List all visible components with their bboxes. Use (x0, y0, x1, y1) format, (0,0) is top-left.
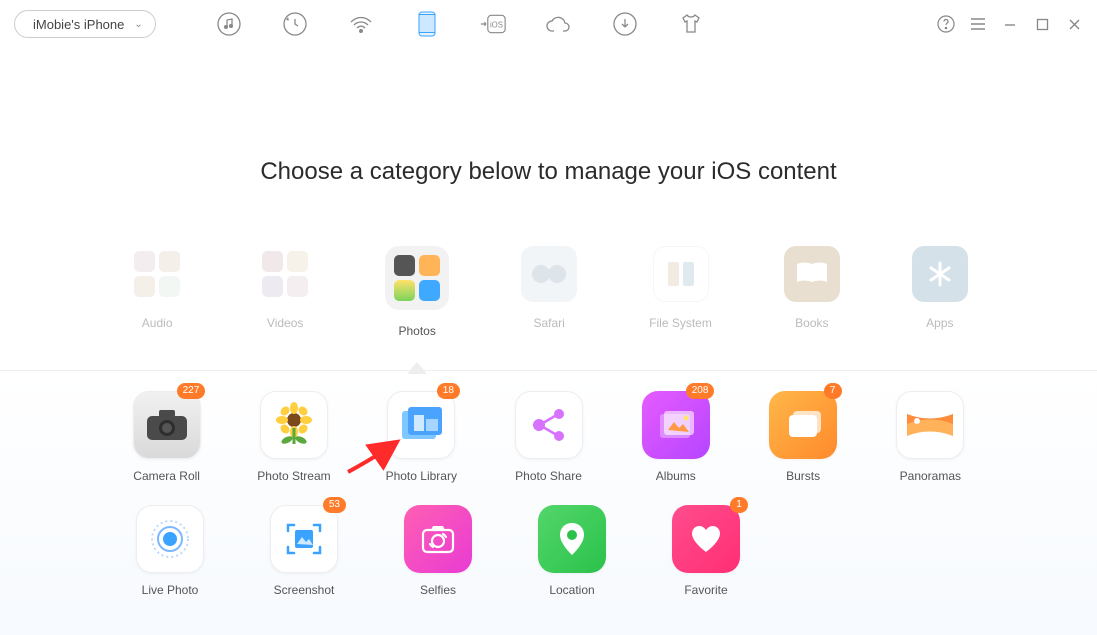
cloud-icon[interactable] (546, 11, 572, 37)
sub-label: Location (549, 583, 594, 597)
sub-photoshare[interactable]: Photo Share (512, 391, 585, 483)
download-icon[interactable] (612, 11, 638, 37)
sub-label: Bursts (786, 469, 820, 483)
count-badge: 227 (177, 383, 206, 399)
sub-label: Photo Share (515, 469, 582, 483)
history-icon[interactable] (282, 11, 308, 37)
category-label: Books (795, 316, 828, 330)
help-icon[interactable] (937, 15, 955, 33)
device-name: iMobie's iPhone (33, 17, 124, 32)
category-label: Audio (142, 316, 173, 330)
minimize-button[interactable] (1001, 15, 1019, 33)
sub-cameraroll[interactable]: 227 Camera Roll (130, 391, 203, 483)
phone-icon[interactable] (414, 11, 440, 37)
svg-text:iOS: iOS (490, 20, 503, 29)
sub-label: Photo Stream (257, 469, 330, 483)
sub-selfies[interactable]: Selfies (398, 505, 478, 597)
sub-label: Camera Roll (133, 469, 200, 483)
sub-albums[interactable]: 208 Albums (639, 391, 712, 483)
sunflower-icon (260, 391, 328, 459)
category-videos[interactable]: Videos (257, 246, 313, 338)
count-badge: 53 (323, 497, 346, 513)
category-label: Photos (398, 324, 435, 338)
sub-bursts[interactable]: 7 Bursts (766, 391, 839, 483)
category-audio[interactable]: Audio (129, 246, 185, 338)
close-button[interactable] (1065, 15, 1083, 33)
category-row: Audio Videos Photos Safari (0, 246, 1097, 338)
livephoto-icon (136, 505, 204, 573)
music-icon[interactable] (216, 11, 242, 37)
subcategory-row-1: 227 Camera Roll Photo Stream 18 Photo Li… (130, 391, 967, 483)
category-label: File System (649, 316, 712, 330)
share-icon (515, 391, 583, 459)
to-ios-icon[interactable]: iOS (480, 11, 506, 37)
sub-label: Selfies (420, 583, 456, 597)
count-badge: 208 (686, 383, 715, 399)
category-books[interactable]: Books (784, 246, 840, 338)
sub-photostream[interactable]: Photo Stream (257, 391, 330, 483)
location-icon (538, 505, 606, 573)
category-label: Apps (926, 316, 953, 330)
category-filesystem[interactable]: File System (649, 246, 712, 338)
top-bar: iMobie's iPhone ⌄ iOS (0, 0, 1097, 48)
chevron-down-icon: ⌄ (134, 19, 142, 30)
sub-favorite[interactable]: 1 Favorite (666, 505, 746, 597)
toolbar: iOS (216, 11, 704, 37)
bursts-icon (769, 391, 837, 459)
device-picker[interactable]: iMobie's iPhone ⌄ (14, 10, 156, 38)
sub-label: Panoramas (900, 469, 961, 483)
window-controls (937, 15, 1083, 33)
count-badge: 7 (824, 383, 842, 399)
maximize-button[interactable] (1033, 15, 1051, 33)
tshirt-icon[interactable] (678, 11, 704, 37)
count-badge: 1 (730, 497, 748, 513)
sub-label: Photo Library (386, 469, 457, 483)
category-apps[interactable]: Apps (912, 246, 968, 338)
category-safari[interactable]: Safari (521, 246, 577, 338)
sub-label: Screenshot (274, 583, 335, 597)
sub-label: Albums (656, 469, 696, 483)
wifi-icon[interactable] (348, 11, 374, 37)
screenshot-icon (270, 505, 338, 573)
sub-panoramas[interactable]: Panoramas (894, 391, 967, 483)
favorite-icon (672, 505, 740, 573)
page-title: Choose a category below to manage your i… (0, 158, 1097, 186)
selection-pointer-icon (407, 362, 427, 374)
subcategory-panel: 227 Camera Roll Photo Stream 18 Photo Li… (0, 370, 1097, 635)
sub-label: Favorite (684, 583, 727, 597)
sub-photolibrary[interactable]: 18 Photo Library (385, 391, 458, 483)
menu-icon[interactable] (969, 15, 987, 33)
count-badge: 18 (437, 383, 460, 399)
subcategory-row-2: Live Photo 53 Screenshot Selfies Locatio… (130, 505, 967, 597)
category-label: Safari (533, 316, 564, 330)
library-icon (387, 391, 455, 459)
sub-screenshot[interactable]: 53 Screenshot (264, 505, 344, 597)
panorama-icon (896, 391, 964, 459)
sub-location[interactable]: Location (532, 505, 612, 597)
albums-icon (642, 391, 710, 459)
selfies-icon (404, 505, 472, 573)
sub-label: Live Photo (142, 583, 199, 597)
category-label: Videos (267, 316, 303, 330)
sub-livephoto[interactable]: Live Photo (130, 505, 210, 597)
category-photos[interactable]: Photos (385, 246, 449, 338)
camera-icon (133, 391, 201, 459)
